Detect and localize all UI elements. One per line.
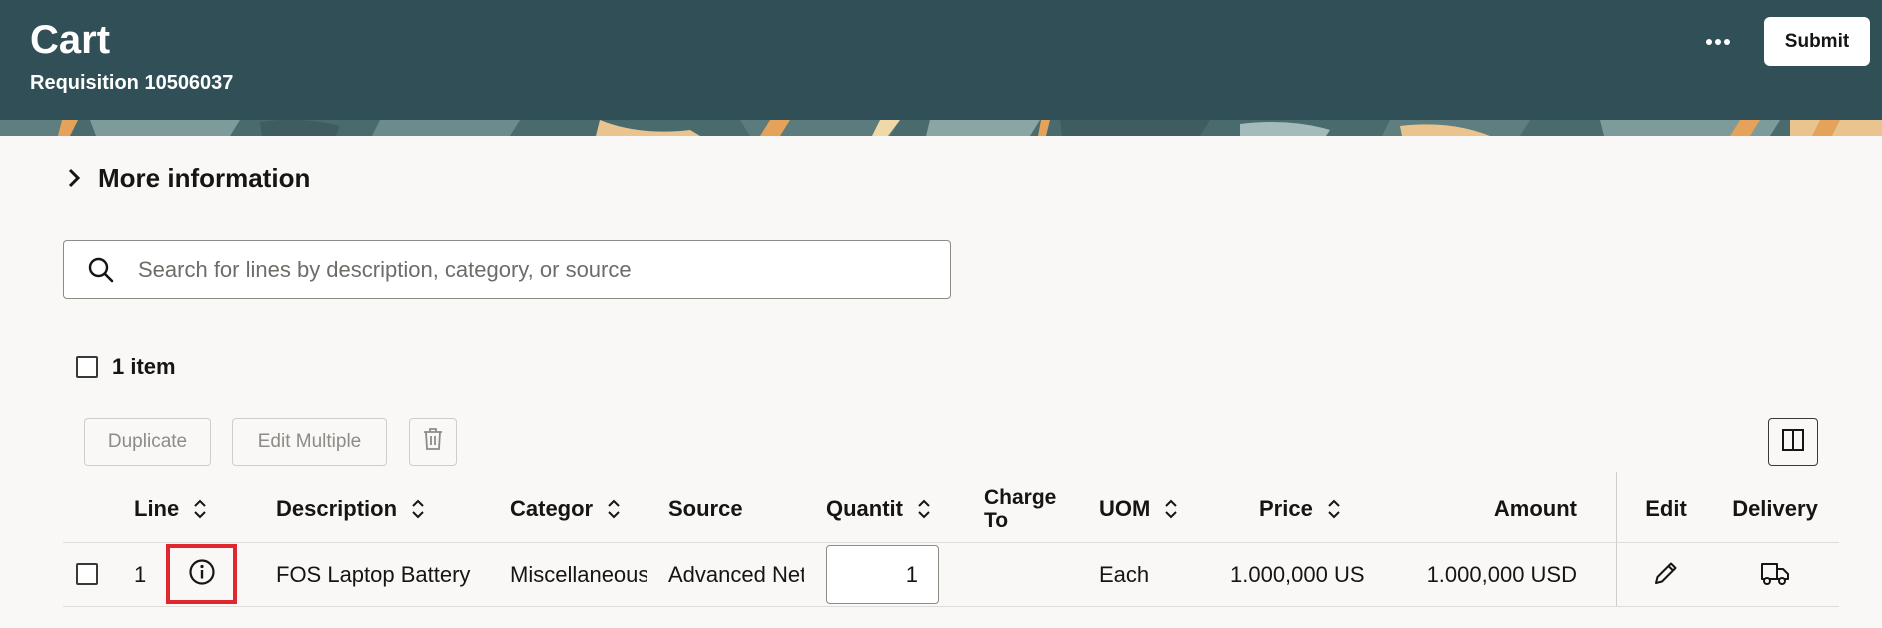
column-header-label: Price: [1259, 496, 1313, 521]
delivery-button[interactable]: [1745, 544, 1805, 606]
edit-line-button[interactable]: [1636, 544, 1696, 606]
edit-multiple-button[interactable]: Edit Multiple: [232, 418, 387, 466]
line-info-button[interactable]: [166, 544, 237, 604]
cell-line: 1: [134, 562, 147, 587]
duplicate-button[interactable]: Duplicate: [84, 418, 211, 466]
cell-charge-to: [984, 544, 1084, 606]
select-all-checkbox[interactable]: [76, 356, 98, 378]
requisition-number: Requisition 10506037: [30, 72, 234, 94]
search-input[interactable]: [138, 256, 918, 283]
sort-icon: [607, 499, 621, 519]
select-all-row: 1 item: [76, 354, 176, 380]
panel-columns-icon: [1781, 428, 1805, 457]
sort-icon: [1164, 499, 1178, 519]
column-header-delivery: Delivery: [1732, 496, 1818, 521]
column-header-label: Source: [668, 496, 743, 521]
trash-icon: [422, 427, 444, 457]
column-header-category[interactable]: Categor: [510, 476, 621, 542]
column-header-description[interactable]: Description: [276, 476, 425, 542]
column-header-price[interactable]: Price: [1259, 476, 1341, 542]
column-header-edit: Edit: [1645, 496, 1687, 521]
more-horizontal-icon: [1705, 33, 1731, 51]
more-actions-button[interactable]: [1694, 22, 1742, 62]
page-title: Cart: [30, 18, 111, 62]
quantity-input[interactable]: [826, 545, 939, 604]
more-information-toggle[interactable]: More information: [62, 160, 310, 196]
column-divider: [1616, 472, 1617, 606]
decorative-banner: [0, 120, 1882, 136]
cell-price: 1.000,000 US: [1230, 562, 1365, 587]
item-count-label: 1 item: [112, 354, 176, 379]
column-header-uom[interactable]: UOM: [1099, 476, 1178, 542]
column-header-quantity[interactable]: Quantit: [826, 476, 931, 542]
sort-icon: [411, 499, 425, 519]
sort-icon: [917, 499, 931, 519]
row-select-checkbox[interactable]: [76, 563, 98, 585]
page-header: Cart Requisition 10506037 Submit: [0, 0, 1882, 120]
column-header-line[interactable]: Line: [134, 476, 207, 542]
submit-button[interactable]: Submit: [1764, 17, 1870, 66]
column-header-label: UOM: [1099, 496, 1151, 521]
truck-icon: [1760, 559, 1790, 592]
cell-uom: Each: [1099, 562, 1150, 587]
cell-description: FOS Laptop Battery: [276, 562, 471, 587]
more-information-label: More information: [98, 162, 311, 193]
delete-button[interactable]: [409, 418, 457, 466]
pencil-icon: [1652, 559, 1680, 592]
sort-icon: [193, 499, 207, 519]
cell-category: Miscellaneous: [510, 562, 647, 587]
column-header-source: Source: [668, 476, 743, 542]
column-header-label: Description: [276, 496, 398, 521]
header-row-divider: [63, 542, 1839, 543]
column-layout-button[interactable]: [1768, 418, 1818, 466]
line-search: [63, 240, 951, 299]
chevron-right-icon: [62, 160, 86, 196]
column-header-charge-to: Charge To: [984, 485, 1057, 532]
info-icon: [188, 558, 216, 591]
cell-amount: 1.000,000 USD: [1426, 562, 1577, 587]
sort-icon: [1327, 499, 1341, 519]
cell-source: Advanced Net: [668, 562, 804, 587]
row-divider: [63, 606, 1839, 607]
column-header-label: Quantit: [826, 496, 903, 521]
search-icon: [64, 241, 138, 298]
column-header-amount: Amount: [1493, 496, 1577, 521]
column-header-label: Categor: [510, 496, 594, 521]
column-header-label: Line: [134, 496, 180, 521]
